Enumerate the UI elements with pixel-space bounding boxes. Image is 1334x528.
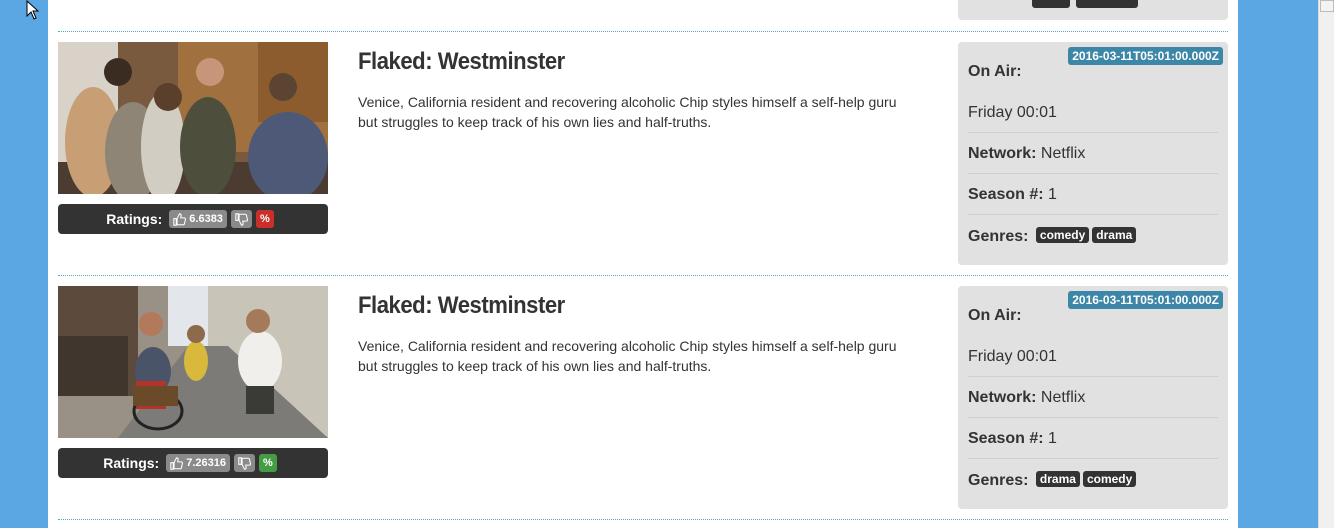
divider (968, 458, 1218, 459)
genres-row: Genres: comedy drama (968, 227, 1218, 246)
ratings-label: Ratings: (106, 211, 163, 227)
genre-tag[interactable]: drama (1092, 227, 1137, 243)
episode-title[interactable]: Flaked: Westminster (358, 48, 565, 76)
scroll-up-button[interactable] (1320, 0, 1334, 12)
network-row: Network: Netflix (968, 389, 1218, 407)
genre-tag[interactable] (1032, 0, 1070, 8)
dislike-button[interactable] (233, 454, 255, 472)
on-air-label: On Air: (968, 307, 1022, 324)
scrollbar[interactable] (1318, 0, 1334, 528)
on-air-label: On Air: (968, 63, 1022, 80)
episode-card: Ratings: 6.6383 % Flaked: Westminster Ve… (48, 42, 1238, 274)
episode-description: Venice, California resident and recoveri… (358, 94, 897, 130)
season-label: Season #: (968, 186, 1044, 203)
mouse-pointer-icon (26, 0, 40, 20)
rating-value: 7.26316 (186, 457, 226, 469)
thumbs-down-icon (238, 456, 251, 470)
season-value: 1 (1048, 186, 1057, 203)
episode-info-box: 2016-03-11T05:01:00.000Z On Air: Friday … (958, 286, 1228, 509)
season-value: 1 (1048, 430, 1057, 447)
season-label: Season #: (968, 430, 1044, 447)
divider (58, 519, 1228, 520)
page-content: Ratings: 6.6383 % Flaked: Westminster Ve… (48, 0, 1238, 528)
episode-description: Venice, California resident and recoveri… (358, 338, 897, 374)
percent-badge[interactable]: % (258, 454, 277, 472)
network-value: Netflix (1040, 145, 1086, 162)
percent-badge[interactable]: % (255, 210, 274, 228)
divider (968, 132, 1218, 133)
on-air-value: Friday 00:01 (968, 348, 1057, 365)
episode-title[interactable]: Flaked: Westminster (358, 292, 565, 320)
ratings-label: Ratings: (103, 455, 160, 471)
genre-tag[interactable]: comedy (1035, 227, 1090, 243)
ratings-bar: Ratings: 7.26316 % (58, 448, 328, 478)
like-button[interactable]: 7.26316 (166, 454, 230, 472)
like-button[interactable]: 6.6383 (169, 210, 227, 228)
divider (58, 31, 1228, 32)
divider (968, 376, 1218, 377)
genres-row: Genres: drama comedy (968, 471, 1218, 490)
on-air-label-row: On Air: (968, 63, 1218, 81)
rating-value: 6.6383 (189, 213, 223, 225)
divider (968, 214, 1218, 215)
network-value: Netflix (1040, 389, 1086, 406)
thumbs-up-icon (170, 456, 184, 470)
divider (968, 173, 1218, 174)
thumbs-up-icon (173, 212, 187, 226)
thumbs-down-icon (235, 212, 248, 226)
ratings-bar: Ratings: 6.6383 % (58, 204, 328, 234)
genres-label: Genres: (968, 228, 1029, 245)
genre-tag[interactable]: drama (1035, 471, 1080, 487)
dislike-button[interactable] (230, 210, 252, 228)
genres-label: Genres: (968, 472, 1029, 489)
episode-card: Ratings: 7.26316 % Flaked: Westminster V… (48, 286, 1238, 518)
network-label: Network: (968, 389, 1037, 406)
divider (58, 275, 1228, 276)
on-air-label-row: On Air: (968, 307, 1218, 325)
season-row: Season #: 1 (968, 186, 1218, 204)
previous-episode-info-box (958, 0, 1228, 20)
on-air-value: Friday 00:01 (968, 104, 1057, 121)
episode-info-box: 2016-03-11T05:01:00.000Z On Air: Friday … (958, 42, 1228, 265)
genre-tag[interactable]: comedy (1082, 471, 1137, 487)
network-label: Network: (968, 145, 1037, 162)
divider (968, 417, 1218, 418)
season-row: Season #: 1 (968, 430, 1218, 448)
network-row: Network: Netflix (968, 145, 1218, 163)
genre-tag[interactable] (1076, 0, 1138, 8)
episode-thumbnail[interactable] (58, 42, 328, 194)
episode-thumbnail[interactable] (58, 286, 328, 438)
